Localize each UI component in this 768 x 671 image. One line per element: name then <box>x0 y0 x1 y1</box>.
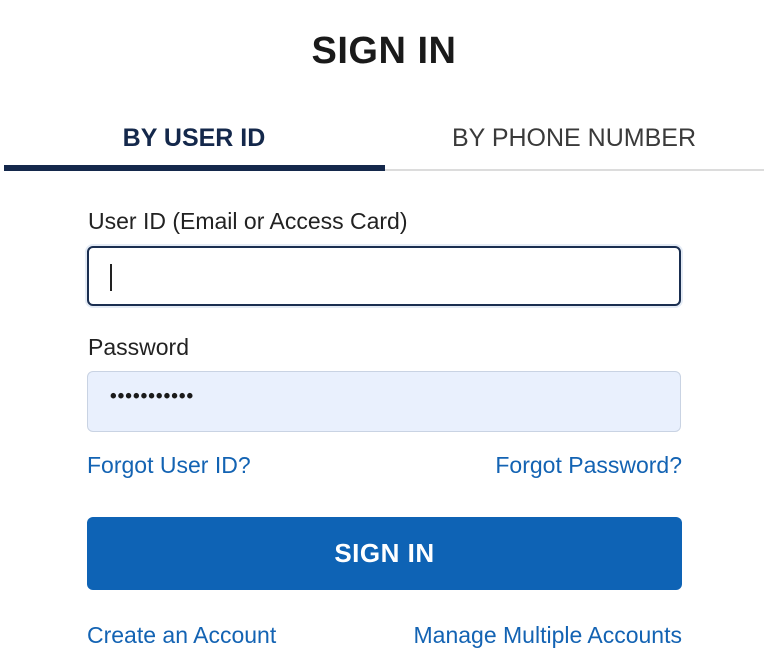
forgot-password-link[interactable]: Forgot Password? <box>495 452 682 479</box>
forgot-user-id-link[interactable]: Forgot User ID? <box>87 452 251 479</box>
password-input[interactable]: ••••••••••• <box>87 371 681 432</box>
user-id-input[interactable] <box>87 246 681 306</box>
tab-by-user-id[interactable]: BY USER ID <box>4 110 384 166</box>
sign-in-button[interactable]: SIGN IN <box>87 517 682 590</box>
password-masked-value: ••••••••••• <box>110 386 195 407</box>
manage-multiple-accounts-link[interactable]: Manage Multiple Accounts <box>414 622 683 649</box>
password-label: Password <box>88 334 189 360</box>
active-tab-indicator <box>4 165 385 171</box>
user-id-label: User ID (Email or Access Card) <box>88 208 408 234</box>
sign-in-method-tabs: BY USER ID BY PHONE NUMBER <box>4 110 764 174</box>
create-account-link[interactable]: Create an Account <box>87 622 276 649</box>
page-title: SIGN IN <box>311 30 457 72</box>
text-cursor <box>110 264 112 291</box>
tab-by-phone-number[interactable]: BY PHONE NUMBER <box>384 110 764 166</box>
